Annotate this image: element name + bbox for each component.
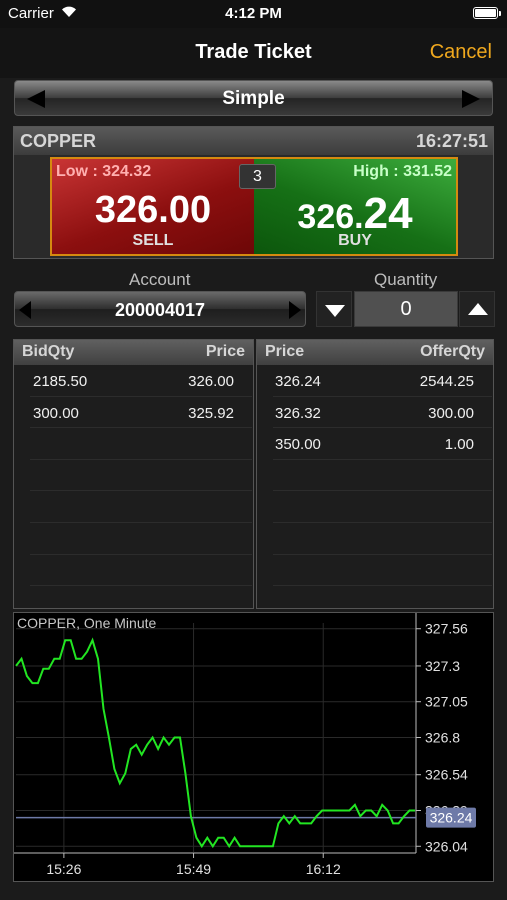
bid-row[interactable] xyxy=(30,555,252,587)
offer-price: 326.24 xyxy=(275,373,321,390)
bid-price-header: Price xyxy=(205,343,245,360)
offer-price: 326.32 xyxy=(275,404,321,422)
bid-row[interactable] xyxy=(30,428,252,460)
offer-row[interactable]: 326.32 300.00 xyxy=(273,397,492,429)
offer-qty: 300.00 xyxy=(428,404,474,422)
chart-y-tick-label: 327.56 xyxy=(425,621,468,637)
bid-qty: 2185.50 xyxy=(33,373,88,390)
offer-book: Price OfferQty 326.24 2544.25 326.32 300.0… xyxy=(256,339,494,609)
offer-qty: 2544.25 xyxy=(419,373,474,390)
chart-x-tick-label: 15:49 xyxy=(176,861,211,877)
offer-price-header: Price xyxy=(265,343,305,360)
chart-y-tick-label: 326.54 xyxy=(425,767,468,783)
bid-book-header: BidQty Price xyxy=(14,340,253,365)
buy-price-main: 326. xyxy=(297,198,364,236)
buy-label: BUY xyxy=(338,232,372,249)
price-chart-svg: 327.56327.3327.05326.8326.54326.29326.04… xyxy=(14,613,476,877)
chart-series-line xyxy=(15,637,415,849)
account-label: Account xyxy=(129,270,191,289)
spread-badge: 3 xyxy=(239,164,276,189)
chart-x-tick-label: 15:26 xyxy=(46,861,81,877)
battery-tip xyxy=(499,11,501,16)
mode-next-arrow-icon[interactable] xyxy=(462,90,480,108)
offer-book-header: Price OfferQty xyxy=(257,340,493,365)
bid-price: 326.00 xyxy=(188,373,234,390)
price-chart[interactable]: 327.56327.3327.05326.8326.54326.29326.04… xyxy=(13,612,494,882)
buy-button[interactable]: High : 331.52 326.24 BUY xyxy=(254,159,456,254)
triangle-down-icon xyxy=(325,305,345,317)
chart-y-tick-label: 326.04 xyxy=(425,838,468,854)
high-price: High : 331.52 xyxy=(353,163,452,180)
bid-qty: 300.00 xyxy=(33,404,79,422)
low-price: Low : 324.32 xyxy=(56,163,152,180)
cancel-button[interactable]: Cancel xyxy=(430,41,492,64)
chart-title: COPPER, One Minute xyxy=(17,615,156,631)
offer-row[interactable] xyxy=(273,460,492,492)
mode-selector: Simple xyxy=(14,80,493,116)
battery-icon xyxy=(473,7,498,19)
bid-book: BidQty Price 2185.50 326.00 300.00 325.92 xyxy=(13,339,254,609)
account-value: 200004017 xyxy=(114,300,206,320)
status-bar: Carrier 4:12 PM xyxy=(0,0,507,28)
offer-qty-header: OfferQty xyxy=(420,343,485,360)
navigation-bar: Trade Ticket Cancel xyxy=(0,28,507,78)
chart-x-tick-label: 16:12 xyxy=(306,861,341,877)
bid-row[interactable] xyxy=(30,523,252,555)
sell-price: 326.00 xyxy=(52,189,254,232)
offer-qty: 1.00 xyxy=(444,436,474,454)
bid-row[interactable]: 2185.50 326.00 xyxy=(30,365,252,397)
sell-label: SELL xyxy=(132,232,174,249)
quantity-input[interactable]: 0 xyxy=(354,291,458,327)
account-selector: 200004017 xyxy=(14,291,306,327)
quantity-decrement-button[interactable] xyxy=(316,291,352,327)
sell-price-pips: 00 xyxy=(168,189,212,231)
bid-qty-header: BidQty xyxy=(22,343,75,360)
chart-current-price-label: 326.24 xyxy=(430,810,473,826)
quote-panel: COPPER 16:27:51 Low : 324.32 326.00 SELL… xyxy=(13,126,494,259)
sell-button[interactable]: Low : 324.32 326.00 SELL xyxy=(52,159,254,254)
bid-row[interactable] xyxy=(30,491,252,523)
bid-row[interactable]: 300.00 325.92 xyxy=(30,397,252,429)
offer-price: 350.00 xyxy=(275,436,321,454)
chart-y-tick-label: 326.8 xyxy=(425,730,460,746)
account-next-arrow-icon[interactable] xyxy=(289,301,301,319)
instrument-symbol: COPPER xyxy=(20,131,97,151)
mode-label: Simple xyxy=(222,88,285,109)
quantity-increment-button[interactable] xyxy=(459,291,495,327)
offer-row[interactable]: 350.00 1.00 xyxy=(273,428,492,460)
triangle-up-icon xyxy=(468,303,488,315)
quote-header: COPPER 16:27:51 xyxy=(14,127,493,155)
chart-y-tick-label: 327.05 xyxy=(425,694,468,710)
status-time: 4:12 PM xyxy=(225,5,282,22)
offer-row[interactable] xyxy=(273,523,492,555)
quote-time: 16:27:51 xyxy=(415,131,488,151)
quantity-label: Quantity xyxy=(374,270,438,289)
offer-row[interactable] xyxy=(273,491,492,523)
price-box: Low : 324.32 326.00 SELL High : 331.52 3… xyxy=(50,157,458,256)
bid-price: 325.92 xyxy=(188,404,234,422)
sell-price-main: 326. xyxy=(94,189,169,231)
chart-y-tick-label: 327.3 xyxy=(425,658,460,674)
offer-row[interactable] xyxy=(273,555,492,587)
offer-row[interactable]: 326.24 2544.25 xyxy=(273,365,492,397)
bid-row[interactable] xyxy=(30,460,252,492)
buy-price-pips: 24 xyxy=(363,189,413,238)
